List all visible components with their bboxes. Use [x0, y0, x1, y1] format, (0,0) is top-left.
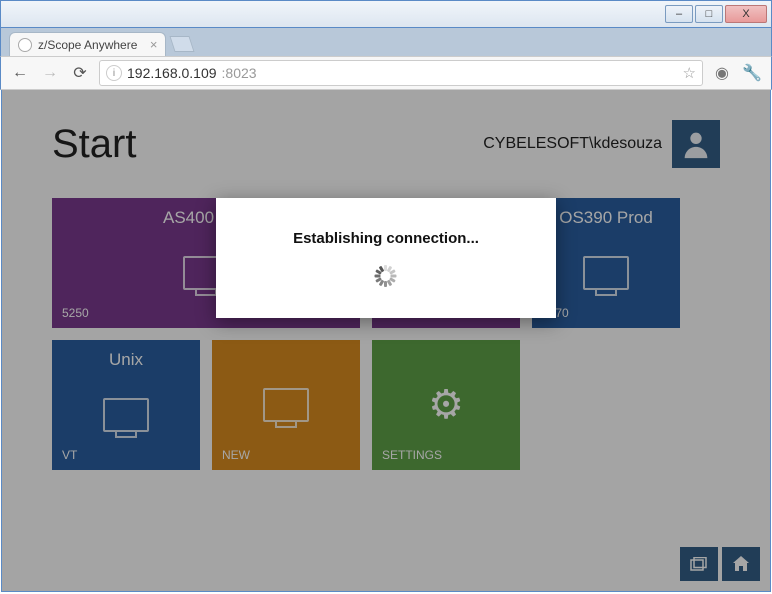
window-close-button[interactable]: X: [725, 5, 767, 23]
site-info-icon[interactable]: i: [106, 65, 122, 81]
tab-close-icon[interactable]: ×: [150, 37, 158, 52]
reload-button[interactable]: ⟳: [69, 62, 91, 84]
new-tab-button[interactable]: [170, 36, 195, 52]
browser-toolbar: ← → ⟳ i 192.168.0.109 :8023 ☆ ◉ 🔧: [0, 56, 772, 90]
eye-icon[interactable]: ◉: [711, 62, 733, 84]
modal-message: Establishing connection...: [293, 230, 479, 247]
browser-tabstrip: z/Scope Anywhere ×: [0, 28, 772, 56]
forward-button: →: [39, 62, 61, 84]
page-viewport: Start CYBELESOFT\kdesouza AS400 Dev52505…: [1, 90, 771, 592]
tab-title: z/Scope Anywhere: [38, 38, 137, 52]
bookmark-star-icon[interactable]: ☆: [683, 64, 696, 82]
modal-overlay: Establishing connection...: [2, 90, 770, 591]
browser-tab[interactable]: z/Scope Anywhere ×: [9, 32, 166, 56]
address-bar[interactable]: i 192.168.0.109 :8023 ☆: [99, 60, 703, 86]
window-maximize-button[interactable]: □: [695, 5, 723, 23]
connection-modal: Establishing connection...: [216, 198, 556, 318]
back-button[interactable]: ←: [9, 62, 31, 84]
spinner-icon: [375, 265, 397, 287]
wrench-icon[interactable]: 🔧: [741, 62, 763, 84]
url-host: 192.168.0.109: [127, 65, 217, 81]
window-titlebar: – □ X: [0, 0, 772, 28]
url-port: :8023: [222, 65, 257, 81]
window-minimize-button[interactable]: –: [665, 5, 693, 23]
favicon-icon: [18, 38, 32, 52]
